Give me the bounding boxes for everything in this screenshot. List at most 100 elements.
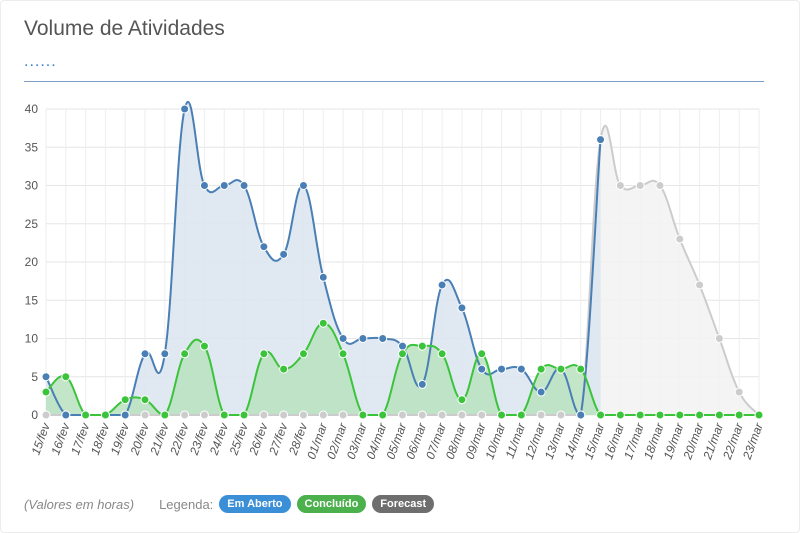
point-forecast[interactable] (675, 234, 685, 244)
point-concluido[interactable] (61, 372, 71, 382)
point-concluido[interactable] (734, 410, 744, 420)
y-tick-label: 35 (25, 140, 39, 154)
point-concluido[interactable] (100, 410, 110, 420)
point-concluido[interactable] (358, 410, 368, 420)
point-forecast[interactable] (714, 334, 724, 343)
point-concluido[interactable] (754, 410, 764, 420)
point-concluido[interactable] (378, 410, 388, 420)
point-forecast[interactable] (457, 410, 467, 420)
point-forecast[interactable] (556, 410, 566, 420)
legend-badge-concluido[interactable]: Concluído (296, 495, 367, 513)
y-tick-label: 40 (25, 102, 39, 116)
point-concluido[interactable] (120, 395, 130, 405)
chart-panel: Volume de Atividades ...... 0 5 10 15 20 25 30… (0, 0, 800, 533)
point-em-aberto[interactable] (437, 280, 447, 290)
point-concluido[interactable] (239, 410, 249, 420)
point-em-aberto[interactable] (120, 410, 130, 420)
point-concluido[interactable] (596, 410, 606, 420)
point-concluido[interactable] (298, 349, 308, 359)
chart-footer: (Valores em horas) Legenda: Em Aberto Co… (24, 493, 440, 515)
units-note: (Valores em horas) (24, 496, 135, 512)
point-concluido[interactable] (477, 349, 487, 359)
point-concluido[interactable] (556, 364, 566, 374)
point-concluido[interactable] (655, 410, 665, 420)
point-forecast[interactable] (417, 410, 427, 420)
point-forecast[interactable] (199, 410, 209, 420)
point-em-aberto[interactable] (338, 334, 348, 343)
point-em-aberto[interactable] (318, 272, 328, 282)
point-concluido[interactable] (199, 341, 209, 351)
point-forecast[interactable] (615, 181, 625, 190)
legend-badge-forecast[interactable]: Forecast (372, 495, 435, 513)
y-tick-label: 10 (25, 332, 39, 346)
point-concluido[interactable] (635, 410, 645, 420)
point-concluido[interactable] (536, 364, 546, 374)
point-forecast[interactable] (734, 387, 744, 397)
point-em-aberto[interactable] (596, 135, 606, 145)
point-em-aberto[interactable] (61, 410, 71, 420)
point-forecast[interactable] (298, 410, 308, 420)
point-concluido[interactable] (437, 349, 447, 359)
point-concluido[interactable] (516, 410, 526, 420)
point-forecast[interactable] (279, 410, 289, 420)
y-tick-label: 20 (25, 255, 39, 269)
point-em-aberto[interactable] (497, 364, 507, 374)
point-concluido[interactable] (41, 387, 51, 397)
point-concluido[interactable] (497, 410, 507, 420)
point-em-aberto[interactable] (536, 387, 546, 397)
point-em-aberto[interactable] (160, 349, 170, 359)
point-em-aberto[interactable] (457, 303, 467, 313)
activity-volume-chart: 0510152025303540 15/fev16/fev17/fev18/fe… (25, 100, 766, 462)
y-tick-label: 30 (25, 179, 39, 193)
point-em-aberto[interactable] (477, 364, 487, 374)
point-concluido[interactable] (615, 410, 625, 420)
point-concluido[interactable] (219, 410, 229, 420)
point-forecast[interactable] (180, 410, 190, 420)
point-em-aberto[interactable] (199, 181, 209, 190)
point-em-aberto[interactable] (259, 242, 269, 252)
legend-label: Legenda: (159, 496, 214, 512)
point-em-aberto[interactable] (298, 181, 308, 190)
point-em-aberto[interactable] (516, 364, 526, 374)
point-concluido[interactable] (417, 341, 427, 351)
point-em-aberto[interactable] (358, 334, 368, 343)
point-concluido[interactable] (259, 349, 269, 359)
point-forecast[interactable] (398, 410, 407, 420)
point-concluido[interactable] (695, 410, 705, 420)
point-forecast[interactable] (635, 181, 645, 190)
point-em-aberto[interactable] (417, 379, 427, 389)
point-em-aberto[interactable] (378, 334, 388, 343)
point-concluido[interactable] (338, 349, 348, 359)
point-concluido[interactable] (714, 410, 724, 420)
point-forecast[interactable] (338, 410, 348, 420)
point-concluido[interactable] (81, 410, 91, 420)
point-forecast[interactable] (536, 410, 546, 420)
point-forecast[interactable] (477, 410, 487, 420)
point-forecast[interactable] (318, 410, 328, 420)
point-concluido[interactable] (279, 364, 289, 374)
point-concluido[interactable] (576, 364, 586, 374)
point-forecast[interactable] (655, 181, 665, 190)
point-em-aberto[interactable] (279, 249, 289, 259)
y-tick-label: 0 (31, 408, 38, 422)
point-em-aberto[interactable] (180, 104, 190, 114)
point-forecast[interactable] (259, 410, 269, 420)
point-em-aberto[interactable] (576, 410, 586, 420)
point-concluido[interactable] (675, 410, 685, 420)
point-concluido[interactable] (180, 349, 190, 359)
point-forecast[interactable] (140, 410, 150, 420)
legend-badge-em-aberto[interactable]: Em Aberto (219, 495, 291, 513)
point-forecast[interactable] (41, 410, 51, 420)
point-forecast[interactable] (695, 280, 705, 290)
point-em-aberto[interactable] (398, 341, 407, 351)
point-concluido[interactable] (160, 410, 170, 420)
point-concluido[interactable] (140, 395, 150, 405)
point-forecast[interactable] (437, 410, 447, 420)
point-concluido[interactable] (398, 349, 407, 359)
point-em-aberto[interactable] (219, 181, 229, 190)
point-concluido[interactable] (318, 318, 328, 328)
point-em-aberto[interactable] (41, 372, 51, 382)
point-em-aberto[interactable] (239, 181, 249, 190)
point-concluido[interactable] (457, 395, 467, 405)
point-em-aberto[interactable] (140, 349, 150, 359)
